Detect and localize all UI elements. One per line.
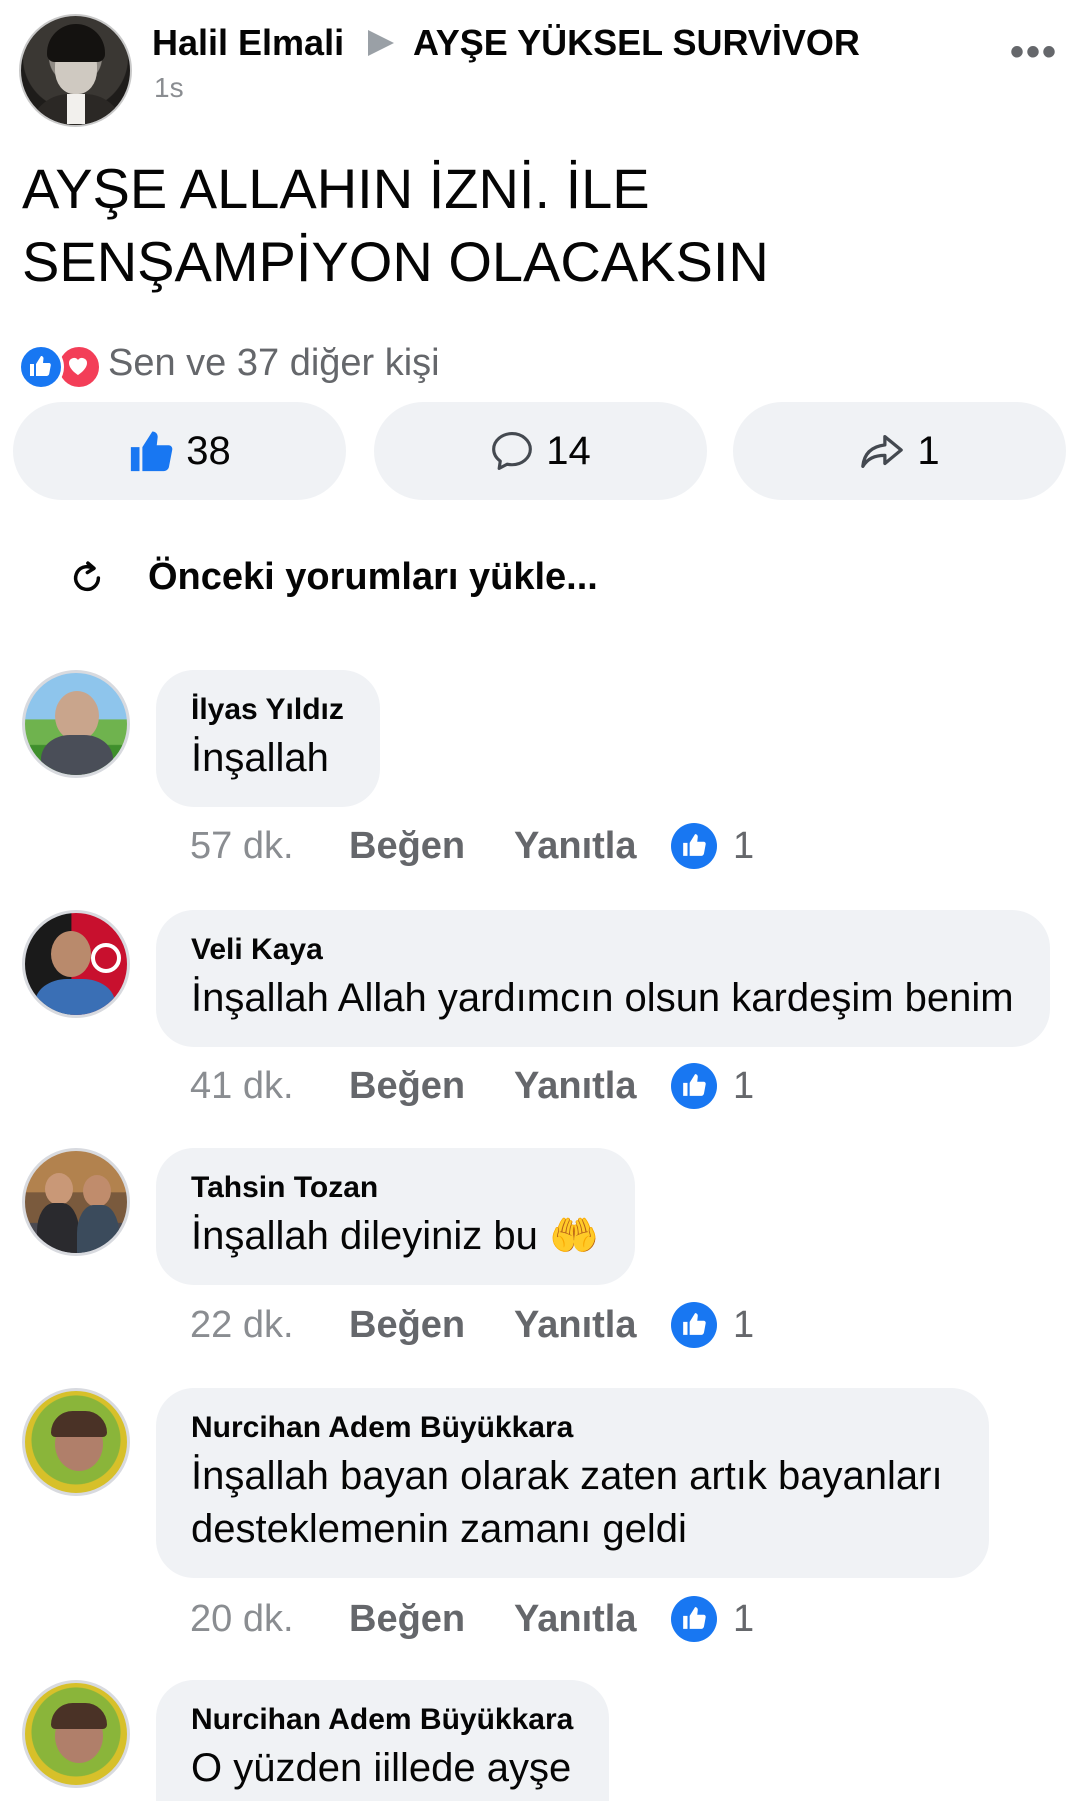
commenter-name[interactable]: Veli Kaya [191,932,1014,968]
commenter-name[interactable]: Nurcihan Adem Büyükkara [191,1410,953,1446]
comment-text: İnşallah [191,736,329,780]
refresh-icon [73,560,101,591]
comment-time[interactable]: 22 dk. [190,1304,349,1347]
comment-time[interactable]: 20 dk. [190,1598,349,1641]
commenter-name[interactable]: Tahsin Tozan [191,1170,599,1206]
post-author-name[interactable]: Halil Elmali [152,22,344,64]
commenter-avatar[interactable] [22,670,130,778]
comment-like-count[interactable]: 1 [733,825,754,868]
post-group-name[interactable]: AYŞE YÜKSEL SURVİVOR [413,22,860,64]
comment-count: 14 [546,428,591,473]
comment-like-button[interactable]: Beğen [349,1598,514,1641]
comment-icon [492,432,533,470]
like-reaction-icon [18,344,64,390]
commenter-avatar[interactable] [22,1680,130,1788]
like-badge-icon [671,1302,717,1348]
comment-like-button[interactable]: Beğen [349,1065,514,1108]
share-icon [861,434,904,468]
comment-meta: 41 dk. Beğen Yanıtla 1 [190,1063,754,1109]
commenter-avatar[interactable] [22,1388,130,1496]
comment-reply-button[interactable]: Yanıtla [514,1598,671,1641]
post-timestamp[interactable]: 1s [154,72,184,104]
author-avatar[interactable] [19,14,132,127]
comment-meta: 22 dk. Beğen Yanıtla 1 [190,1302,754,1348]
more-options-icon[interactable]: ••• [1010,30,1058,75]
post-text: AYŞE ALLAHIN İZNİ. İLE SENŞAMPİYON OLACA… [22,157,769,293]
reactions-summary[interactable]: Sen ve 37 diğer kişi [108,342,440,385]
arrow-right-icon [368,30,394,56]
share-button[interactable]: 1 [733,402,1066,500]
comment-like-count[interactable]: 1 [733,1065,754,1108]
comment-bubble[interactable]: Nurcihan Adem Büyükkara O yüzden iillede… [156,1680,610,1801]
comment-meta: 57 dk. Beğen Yanıtla 1 [190,823,754,869]
like-badge-icon [671,1596,717,1642]
comment-like-count[interactable]: 1 [733,1598,754,1641]
comment-time[interactable]: 41 dk. [190,1065,349,1108]
comment-meta: 20 dk. Beğen Yanıtla 1 [190,1596,754,1642]
like-count: 38 [186,428,231,473]
comment-bubble[interactable]: Veli Kaya İnşallah Allah yardımcın olsun… [156,910,1050,1047]
comment-time[interactable]: 57 dk. [190,825,349,868]
load-previous-label: Önceki yorumları yükle... [148,556,598,598]
comment-text: O yüzden iillede ayşe [191,1746,572,1790]
commenter-avatar[interactable] [22,910,130,1018]
like-icon [131,431,173,472]
commenter-name[interactable]: Nurcihan Adem Büyükkara [191,1702,573,1738]
comment-bubble[interactable]: İlyas Yıldız İnşallah [156,670,380,807]
like-badge-icon [671,1063,717,1109]
comment-bubble[interactable]: Tahsin Tozan İnşallah dileyiniz bu 🤲 [156,1148,635,1285]
comment-text: İnşallah bayan olarak zaten artık bayanl… [191,1454,943,1551]
commenter-name[interactable]: İlyas Yıldız [191,692,344,728]
comment-reply-button[interactable]: Yanıtla [514,825,671,868]
load-previous-comments[interactable]: Önceki yorumları yükle... [66,556,598,599]
comment-reply-button[interactable]: Yanıtla [514,1304,671,1347]
share-count: 1 [917,428,940,473]
comment-like-button[interactable]: Beğen [349,1304,514,1347]
like-button[interactable]: 38 [13,402,346,500]
comment-button[interactable]: 14 [374,402,707,500]
comment-reply-button[interactable]: Yanıtla [514,1065,671,1108]
comment-text: İnşallah dileyiniz bu 🤲 [191,1214,599,1258]
comment-text: İnşallah Allah yardımcın olsun kardeşim … [191,976,1014,1020]
comment-like-button[interactable]: Beğen [349,825,514,868]
commenter-avatar[interactable] [22,1148,130,1256]
comment-bubble[interactable]: Nurcihan Adem Büyükkara İnşallah bayan o… [156,1388,989,1578]
like-badge-icon [671,823,717,869]
comment-like-count[interactable]: 1 [733,1304,754,1347]
